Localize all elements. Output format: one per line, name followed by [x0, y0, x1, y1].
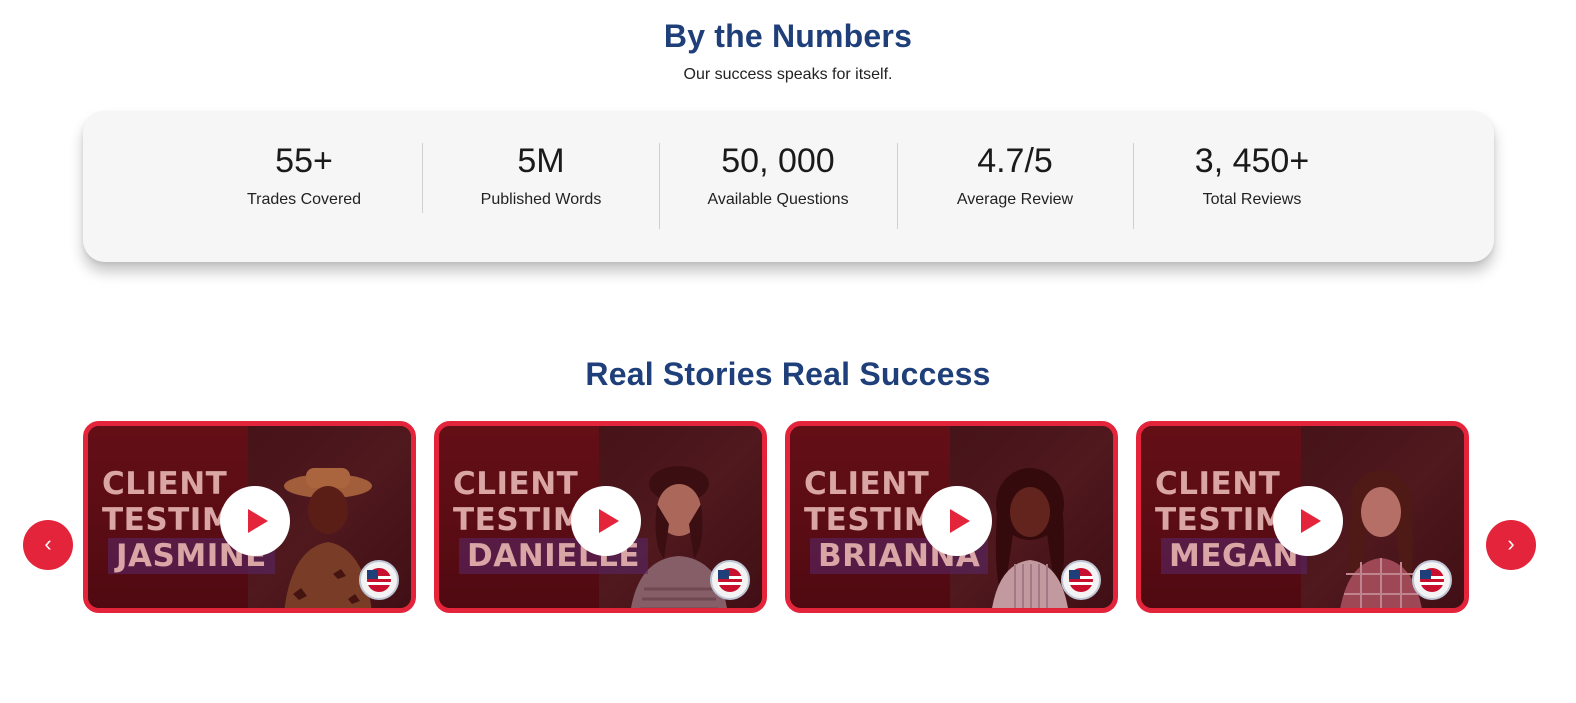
stat-average-review: 4.7/5 Average Review: [905, 141, 1125, 209]
play-button[interactable]: [1273, 486, 1343, 556]
carousel-prev-button[interactable]: ‹: [23, 520, 73, 570]
play-button[interactable]: [571, 486, 641, 556]
us-flag-seal-icon: [359, 560, 399, 600]
us-flag-seal-icon: [1061, 560, 1101, 600]
stat-value: 50, 000: [721, 142, 835, 180]
section-title-by-the-numbers: By the Numbers: [663, 18, 913, 54]
us-flag-seal-icon: [1412, 560, 1452, 600]
stat-divider: [422, 143, 423, 213]
play-icon: [950, 509, 970, 533]
testimonial-video-card[interactable]: CLIENT TESTIMO BRIANNA: [785, 421, 1118, 613]
stat-label: Published Words: [480, 191, 602, 208]
stat-divider: [1133, 143, 1134, 229]
stat-value: 5M: [517, 142, 565, 180]
section-subtitle: Our success speaks for itself.: [683, 66, 893, 83]
stat-published-words: 5M Published Words: [431, 141, 651, 209]
us-flag-seal-icon: [710, 560, 750, 600]
stats-card: 55+ Trades Covered 5M Published Words 50…: [83, 111, 1494, 262]
chevron-right-icon: ›: [1507, 531, 1515, 556]
section-title-real-stories: Real Stories Real Success: [585, 356, 991, 392]
play-button[interactable]: [922, 486, 992, 556]
play-button[interactable]: [220, 486, 290, 556]
stat-label: Total Reviews: [1202, 191, 1302, 208]
stat-label: Trades Covered: [246, 191, 362, 208]
testimonial-video-card[interactable]: CLIENT TESTIMO DANIELLE: [434, 421, 767, 613]
stat-label: Average Review: [956, 191, 1074, 208]
testimonial-video-card[interactable]: CLIENT TESTIMO MEGAN: [1136, 421, 1469, 613]
stat-total-reviews: 3, 450+ Total Reviews: [1142, 141, 1362, 209]
chevron-left-icon: ‹: [44, 531, 52, 556]
stat-available-questions: 50, 000 Available Questions: [668, 141, 888, 209]
play-icon: [248, 509, 268, 533]
stat-value: 4.7/5: [977, 142, 1053, 180]
play-icon: [599, 509, 619, 533]
testimonial-video-card[interactable]: CLIENT TESTIMO JASMINE: [83, 421, 416, 613]
stat-divider: [659, 143, 660, 229]
play-icon: [1301, 509, 1321, 533]
stat-value: 3, 450+: [1194, 142, 1310, 180]
stat-trades-covered: 55+ Trades Covered: [194, 141, 414, 209]
carousel-next-button[interactable]: ›: [1486, 520, 1536, 570]
stat-label: Available Questions: [707, 191, 849, 208]
stat-value: 55+: [275, 142, 333, 180]
stat-divider: [897, 143, 898, 229]
